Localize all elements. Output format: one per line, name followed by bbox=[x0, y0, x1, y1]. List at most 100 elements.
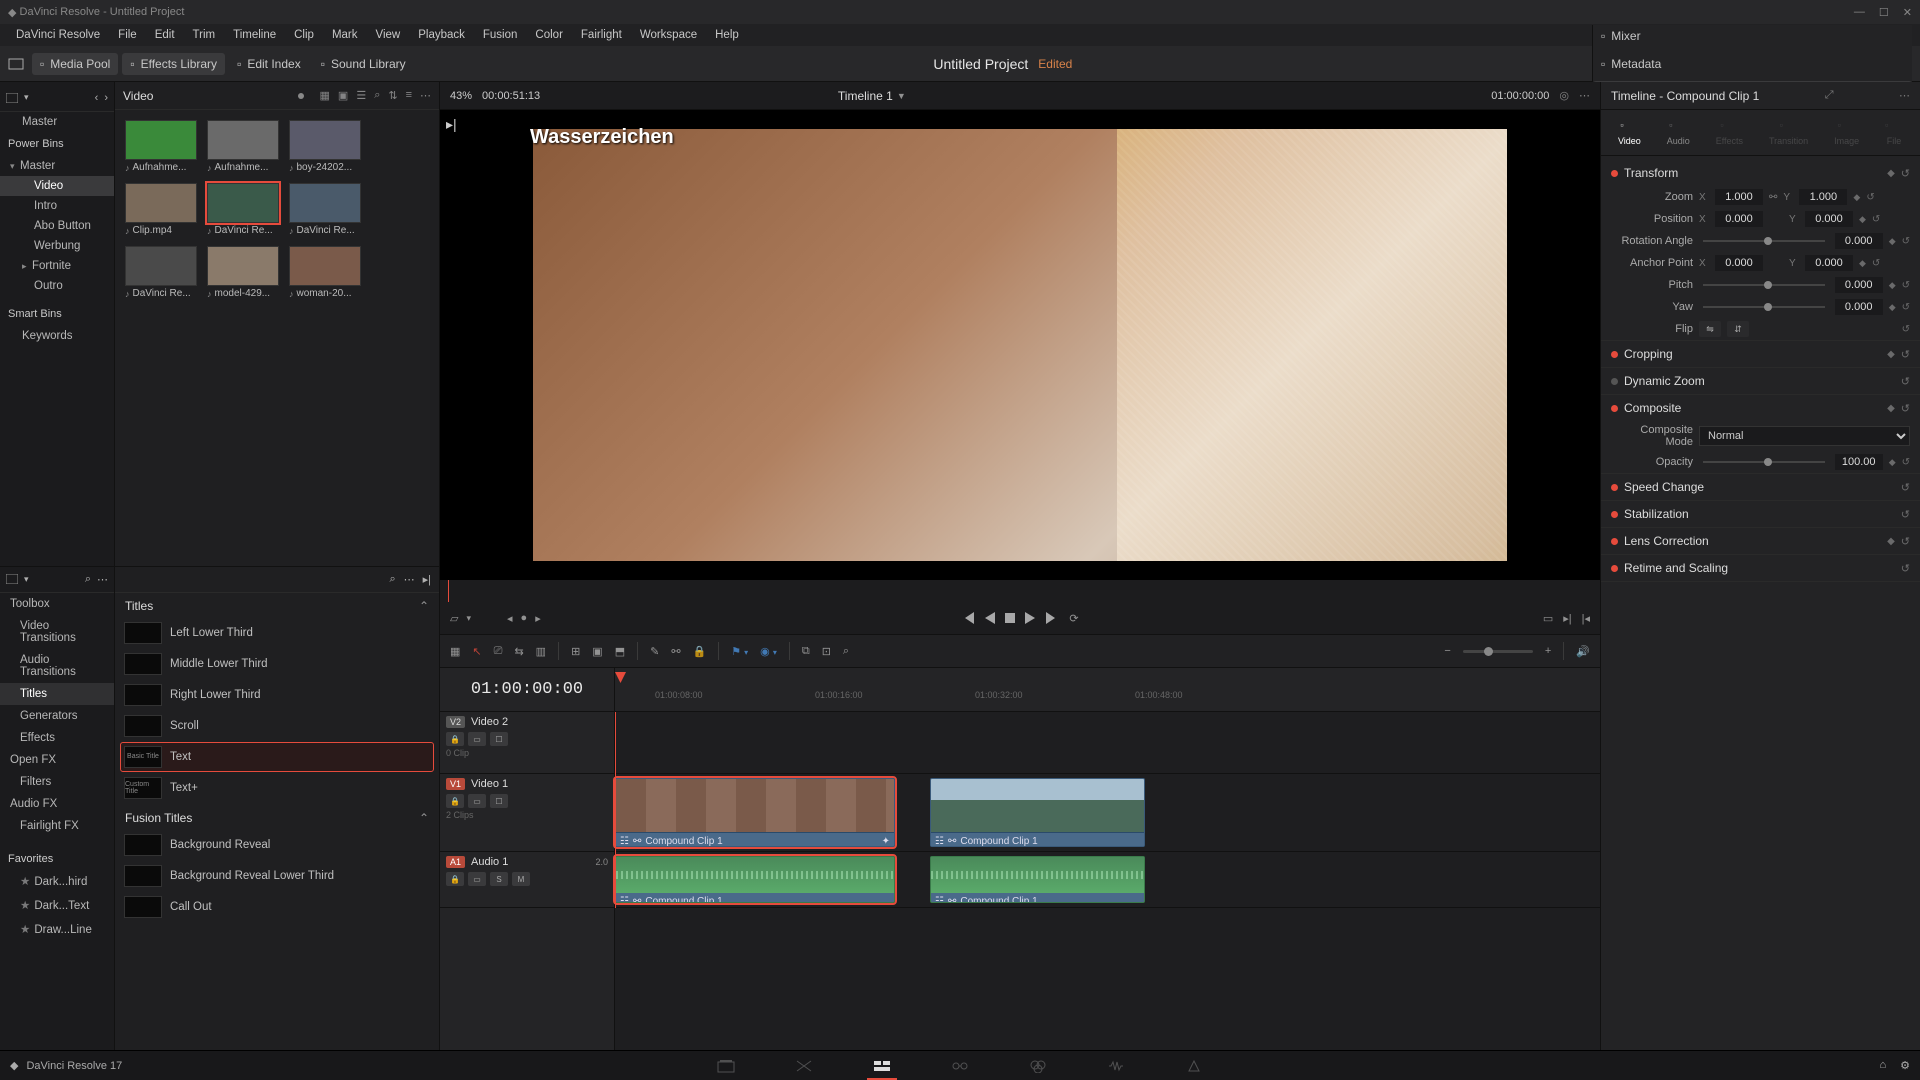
overlay-dropdown-icon[interactable]: ▾ bbox=[466, 613, 471, 624]
menu-color[interactable]: Color bbox=[527, 27, 570, 43]
prev-frame-button[interactable] bbox=[985, 612, 995, 624]
track-header-v2[interactable]: V2Video 2 🔒▭☐ 0 Clip bbox=[440, 712, 614, 774]
menu-workspace[interactable]: Workspace bbox=[632, 27, 705, 43]
view-metadata-icon[interactable]: ▦ bbox=[320, 89, 330, 102]
zoom-out-icon[interactable]: − bbox=[1444, 645, 1450, 657]
track-solo-a1[interactable]: S bbox=[490, 872, 508, 886]
minimize-button[interactable]: — bbox=[1854, 6, 1865, 19]
anchor-y-input[interactable] bbox=[1805, 255, 1853, 271]
keyframe-icon[interactable]: ◆ bbox=[1859, 258, 1866, 269]
goto-end-icon[interactable]: ▸| bbox=[446, 116, 457, 133]
zoom-x-input[interactable] bbox=[1715, 189, 1763, 205]
yaw-slider[interactable] bbox=[1703, 306, 1825, 308]
play-button[interactable] bbox=[1025, 612, 1035, 624]
reset-icon[interactable]: ↺ bbox=[1901, 535, 1910, 548]
track-lock-v1[interactable]: 🔒 bbox=[446, 794, 464, 808]
fusion-title-item[interactable]: Background Reveal Lower Third bbox=[121, 862, 433, 890]
bin-outro[interactable]: Outro bbox=[0, 276, 114, 296]
ws-media-pool[interactable]: ▫Media Pool bbox=[32, 53, 118, 75]
track-badge-v1[interactable]: V1 bbox=[446, 778, 465, 790]
title-scroll[interactable]: Scroll bbox=[121, 712, 433, 740]
track-v1[interactable]: ☷⚯Compound Clip 1✦☷⚯Compound Clip 1 bbox=[615, 774, 1600, 852]
clip-thumbnail[interactable]: ♪woman-20... bbox=[289, 246, 361, 299]
home-icon[interactable]: ⌂ bbox=[1879, 1059, 1886, 1072]
keyframe-icon[interactable]: ◆ bbox=[1887, 536, 1895, 547]
link-icon[interactable]: ⚯ bbox=[671, 645, 680, 658]
audio-monitor-icon[interactable]: 🔊 bbox=[1576, 645, 1590, 658]
fx-goto-end-icon[interactable]: ▸| bbox=[423, 573, 431, 586]
track-auto-v2[interactable]: ▭ bbox=[468, 732, 486, 746]
close-button[interactable]: ✕ bbox=[1903, 6, 1912, 19]
clip-thumbnail[interactable]: ♪DaVinci Re... bbox=[289, 183, 361, 236]
lock-icon[interactable]: 🔒 bbox=[693, 645, 707, 658]
reset-icon[interactable]: ↺ bbox=[1901, 167, 1910, 180]
reset-icon[interactable]: ↺ bbox=[1901, 375, 1910, 388]
trim-tool-icon[interactable]: ⎚ bbox=[494, 645, 503, 658]
fx-cat-video-transitions[interactable]: Video Transitions bbox=[0, 615, 114, 649]
sort-icon[interactable]: ⇅ bbox=[388, 89, 397, 102]
maximize-button[interactable]: ☐ bbox=[1879, 6, 1889, 19]
zoom-in-icon[interactable]: + bbox=[1545, 645, 1551, 657]
timeline-selector[interactable]: Timeline 1 ▼ bbox=[838, 89, 906, 103]
title-left-lower-third[interactable]: Left Lower Third bbox=[121, 619, 433, 647]
keyframe-icon[interactable]: ◆ bbox=[1859, 214, 1866, 225]
fx-cat-generators[interactable]: Generators bbox=[0, 705, 114, 727]
blade-edit-icon[interactable]: ✎ bbox=[650, 645, 659, 658]
page-fairlight[interactable] bbox=[1107, 1059, 1125, 1073]
blade-tool-icon[interactable]: ▥ bbox=[536, 645, 546, 658]
menu-edit[interactable]: Edit bbox=[147, 27, 183, 43]
clip-thumbnail[interactable]: ♪boy-24202... bbox=[289, 120, 361, 173]
loop-button[interactable]: ⟳ bbox=[1069, 612, 1078, 625]
title-text[interactable]: Basic TitleText bbox=[121, 743, 433, 771]
track-enable-v2[interactable]: ☐ bbox=[490, 732, 508, 746]
detail-zoom-icon[interactable]: ⌕ bbox=[843, 645, 849, 658]
stop-button[interactable] bbox=[1005, 613, 1015, 623]
bin-color-dot[interactable] bbox=[298, 93, 304, 99]
bin-dropdown-icon[interactable]: ▾ bbox=[24, 92, 29, 103]
keyframe-icon[interactable]: ◆ bbox=[1889, 302, 1896, 313]
reset-icon[interactable]: ↺ bbox=[1902, 302, 1910, 313]
audio-clip[interactable]: ☷⚯Compound Clip 1 bbox=[615, 856, 895, 903]
fusion-titles-header[interactable]: Fusion Titles ⌃ bbox=[115, 805, 439, 831]
powerbin-master[interactable]: Master bbox=[0, 156, 114, 176]
ws-metadata[interactable]: ▫Metadata bbox=[1593, 53, 1912, 75]
project-settings-icon[interactable]: ⚙ bbox=[1900, 1059, 1910, 1072]
zoom-y-input[interactable] bbox=[1799, 189, 1847, 205]
menu-clip[interactable]: Clip bbox=[286, 27, 322, 43]
title-right-lower-third[interactable]: Right Lower Third bbox=[121, 681, 433, 709]
filter-icon[interactable]: ≡ bbox=[406, 89, 412, 102]
menu-file[interactable]: File bbox=[110, 27, 145, 43]
section-enable-dot[interactable] bbox=[1611, 511, 1618, 518]
replace-clip-icon[interactable]: ⬒ bbox=[615, 645, 625, 658]
insert-clip-icon[interactable]: ⊞ bbox=[571, 645, 580, 658]
page-fusion[interactable] bbox=[951, 1059, 969, 1073]
fx-content-options-icon[interactable]: ⋯ bbox=[404, 573, 415, 586]
timeline-ruler[interactable]: 01:00:08:00 01:00:16:00 01:00:32:00 01:0… bbox=[615, 668, 1600, 712]
yaw-input[interactable] bbox=[1835, 299, 1883, 315]
fx-cat-effects[interactable]: Effects bbox=[0, 727, 114, 749]
page-media[interactable] bbox=[717, 1059, 735, 1073]
section-enable-dot[interactable] bbox=[1611, 538, 1618, 545]
title-text-[interactable]: Custom TitleText+ bbox=[121, 774, 433, 802]
page-cut[interactable] bbox=[795, 1059, 813, 1073]
track-a1[interactable]: ☷⚯Compound Clip 1☷⚯Compound Clip 1 bbox=[615, 852, 1600, 908]
reset-icon[interactable]: ↺ bbox=[1902, 236, 1910, 247]
bin-werbung[interactable]: Werbung bbox=[0, 236, 114, 256]
favorite-item[interactable]: ★Draw...Line bbox=[0, 917, 114, 941]
section-enable-dot[interactable] bbox=[1611, 351, 1618, 358]
menu-timeline[interactable]: Timeline bbox=[225, 27, 284, 43]
menu-help[interactable]: Help bbox=[707, 27, 747, 43]
viewer-options-icon[interactable]: ⋯ bbox=[1579, 89, 1590, 102]
pos-x-input[interactable] bbox=[1715, 211, 1763, 227]
ws-mixer[interactable]: ▫Mixer bbox=[1593, 25, 1912, 47]
favorite-item[interactable]: ★Dark...Text bbox=[0, 893, 114, 917]
track-badge-v2[interactable]: V2 bbox=[446, 716, 465, 728]
track-auto-v1[interactable]: ▭ bbox=[468, 794, 486, 808]
marker-icon[interactable]: ◉ ▾ bbox=[760, 645, 777, 658]
video-clip[interactable]: ☷⚯Compound Clip 1✦ bbox=[615, 778, 895, 847]
snapping-icon[interactable]: ⧉ bbox=[802, 645, 810, 658]
fx-content-search-icon[interactable]: ⌕ bbox=[389, 573, 395, 586]
options-icon[interactable]: ⋯ bbox=[420, 89, 431, 102]
view-list-icon[interactable]: ☰ bbox=[356, 89, 366, 102]
opacity-slider[interactable]: .slider.op::after{left:98%} bbox=[1703, 461, 1825, 463]
